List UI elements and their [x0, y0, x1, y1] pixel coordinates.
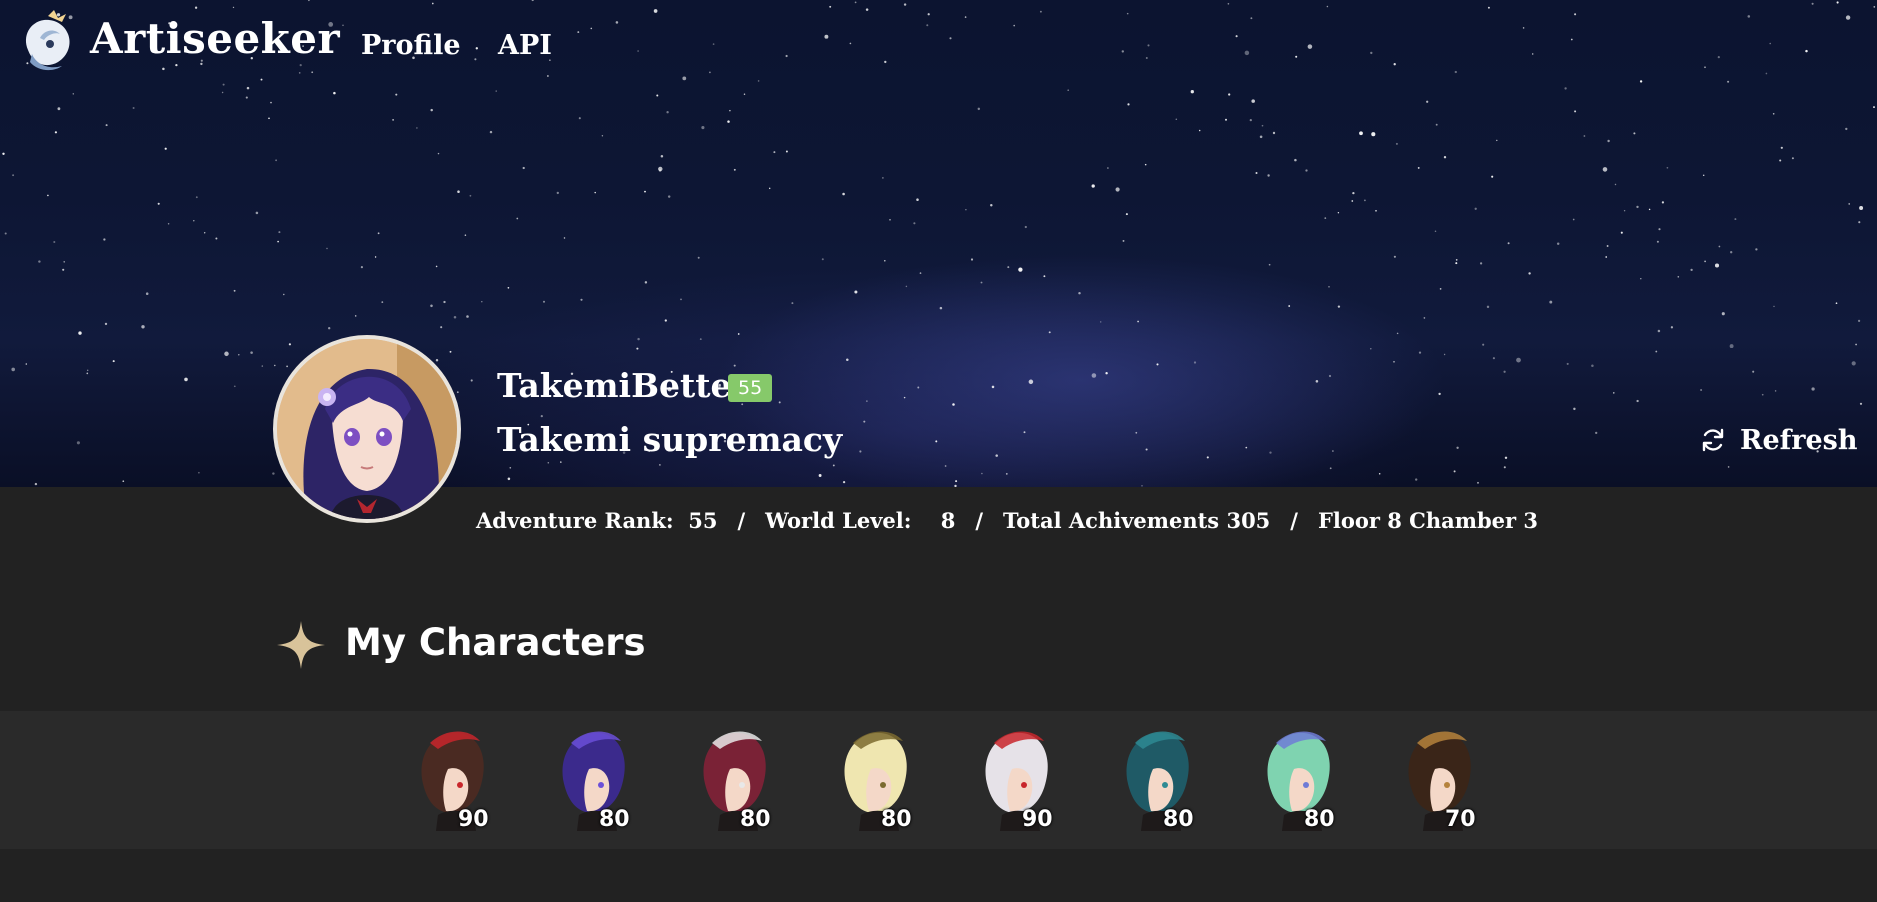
- achievements-value: 305: [1226, 508, 1271, 533]
- stats-separator: /: [737, 508, 746, 533]
- character-level: 80: [1304, 807, 1335, 832]
- avatar-portrait: [277, 339, 457, 519]
- refresh-label: Refresh: [1740, 424, 1858, 456]
- character-level: 90: [458, 807, 489, 832]
- stats-separator: /: [975, 508, 984, 533]
- refresh-button[interactable]: Refresh: [1700, 422, 1857, 458]
- character-level: 90: [1022, 807, 1053, 832]
- character-card[interactable]: 80: [1254, 711, 1384, 849]
- character-list: 90 80 80 80 90 80 80 70: [0, 711, 1877, 849]
- character-level: 80: [881, 807, 912, 832]
- nav-link-api[interactable]: API: [498, 30, 552, 61]
- character-level: 80: [599, 807, 630, 832]
- character-card[interactable]: 90: [972, 711, 1102, 849]
- world-level-value: 8: [940, 508, 956, 533]
- character-card[interactable]: 80: [831, 711, 961, 849]
- sparkle-star-icon: [277, 621, 325, 669]
- character-level: 70: [1445, 807, 1476, 832]
- refresh-icon: [1702, 428, 1724, 452]
- paimon-logo-icon[interactable]: [18, 10, 78, 76]
- world-level-label: World Level:: [765, 508, 912, 533]
- character-card[interactable]: 70: [1395, 711, 1525, 849]
- achievements-label: Total Achivements: [1003, 508, 1220, 533]
- character-level: 80: [740, 807, 771, 832]
- top-nav: Artiseeker Profile API: [0, 0, 1877, 90]
- level-badge: 55: [728, 374, 773, 402]
- adventure-rank-label: Adventure Rank:: [476, 508, 674, 533]
- nav-link-profile[interactable]: Profile: [361, 30, 461, 61]
- character-card[interactable]: 80: [690, 711, 820, 849]
- profile-username: TakemiBetter: [497, 366, 749, 405]
- stats-line: Adventure Rank: 55 / World Level: 8 / Total …: [476, 508, 1538, 533]
- profile-signature: Takemi supremacy: [497, 420, 843, 459]
- abyss-progress: Floor 8 Chamber 3: [1317, 508, 1539, 533]
- section-title: My Characters: [345, 621, 646, 664]
- character-card[interactable]: 80: [1113, 711, 1243, 849]
- brand-title[interactable]: Artiseeker: [90, 14, 340, 63]
- avatar: [273, 335, 461, 523]
- character-card[interactable]: 80: [549, 711, 679, 849]
- character-level: 80: [1163, 807, 1194, 832]
- adventure-rank-value: 55: [688, 508, 718, 533]
- character-card[interactable]: 90: [408, 711, 538, 849]
- stats-separator: /: [1290, 508, 1298, 533]
